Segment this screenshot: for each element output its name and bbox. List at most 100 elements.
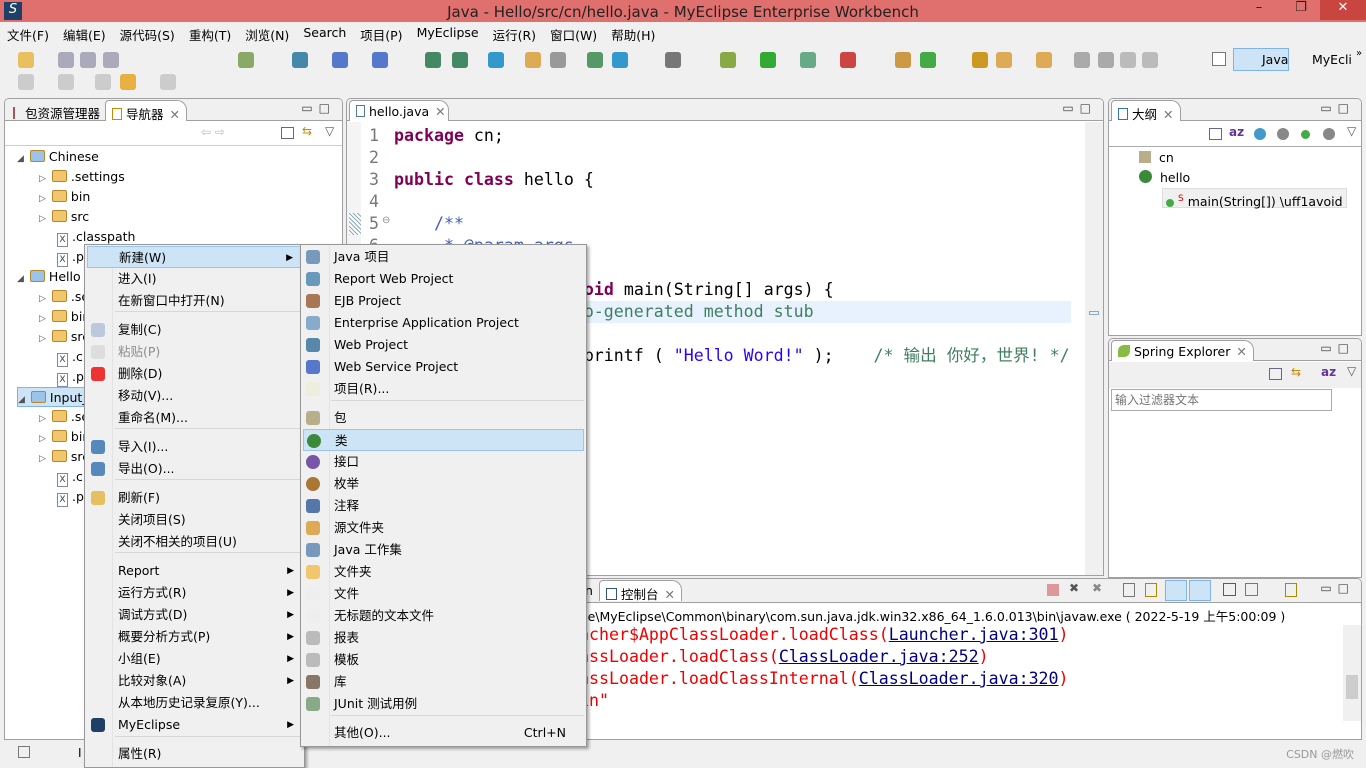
context-menu-item[interactable]: 运行方式(R) ▶ — [87, 582, 302, 604]
context-menu-item[interactable]: 概要分析方式(P) ▶ — [87, 626, 302, 648]
menu-10[interactable]: 帮助(H) — [604, 22, 662, 44]
close-tab-icon[interactable]: ✕ — [665, 587, 675, 602]
nav-toolbar-button-icon[interactable] — [95, 74, 111, 90]
toolbar-button-icon[interactable] — [612, 52, 628, 68]
toolbar-button-icon[interactable] — [238, 52, 254, 68]
toolbar-button-icon[interactable] — [332, 52, 348, 68]
close-tab-icon[interactable]: ✕ — [1163, 107, 1173, 122]
stacktrace-link[interactable]: ClassLoader.java:252 — [779, 647, 979, 666]
hide-fields-icon[interactable] — [1254, 128, 1266, 140]
new-submenu-item[interactable]: Web Project — [303, 334, 584, 356]
menu-1[interactable]: 编辑(E) — [56, 22, 113, 44]
view-min-max-buttons[interactable]: ▭□ — [301, 101, 336, 115]
new-submenu-item[interactable]: Java 工作集 — [303, 539, 584, 561]
tree-item[interactable]: ▷ src — [39, 447, 89, 467]
back-icon[interactable]: ⇦ ⇨ — [201, 125, 225, 139]
menu-5[interactable]: Search — [296, 22, 353, 44]
nav-toolbar-button-icon[interactable] — [18, 74, 34, 90]
context-menu-item[interactable]: 粘贴(P) — [87, 341, 302, 363]
expanded-arrow-icon[interactable]: ◢ — [18, 395, 25, 405]
collapsed-arrow-icon[interactable]: ▷ — [39, 434, 46, 444]
new-submenu-item[interactable]: EJB Project — [303, 290, 584, 312]
view-menu-icon[interactable]: ▽ — [1347, 124, 1356, 138]
stacktrace-link[interactable]: ClassLoader.java:320 — [859, 669, 1059, 688]
collapse-all-icon[interactable] — [1269, 368, 1282, 380]
tree-item[interactable]: ▷ bin — [39, 427, 90, 447]
sort-icon[interactable]: az — [1229, 125, 1244, 139]
menu-8[interactable]: 运行(R) — [486, 22, 543, 44]
toolbar-button-icon[interactable] — [18, 52, 34, 68]
tab-spring-explorer[interactable]: Spring Explorer ✕ — [1111, 340, 1254, 361]
collapsed-arrow-icon[interactable]: ▷ — [39, 454, 46, 464]
context-menu-item[interactable]: 调试方式(D) ▶ — [87, 604, 302, 626]
new-submenu-item[interactable]: 注释 — [303, 495, 584, 517]
new-submenu-item[interactable]: Report Web Project — [303, 268, 584, 290]
nav-toolbar-button-icon[interactable] — [120, 74, 136, 90]
toolbar-button-icon[interactable] — [1098, 52, 1114, 68]
new-submenu-item[interactable]: 类 — [303, 429, 584, 451]
outline-item[interactable]: S main(String[]) \uff1avoid — [1162, 188, 1347, 209]
toolbar-button-icon[interactable] — [372, 52, 388, 68]
view-min-max-buttons[interactable]: ▭□ — [1320, 581, 1355, 595]
tree-item[interactable]: ▷ bin — [39, 307, 90, 327]
hide-local-types-icon[interactable] — [1323, 128, 1335, 140]
toolbar-button-icon[interactable] — [800, 52, 816, 68]
new-submenu-item[interactable]: JUnit 测试用例 — [303, 693, 584, 715]
menu-9[interactable]: 窗口(W) — [543, 22, 604, 44]
tab-outline[interactable]: 大纲 ✕ — [1111, 100, 1181, 122]
nav-toolbar-button-icon[interactable] — [58, 74, 74, 90]
fold-toggle-icon[interactable]: ⊖ — [382, 215, 390, 226]
context-menu-item[interactable]: 复制(C) — [87, 319, 302, 341]
tab-package-explorer[interactable]: 包资源管理器 — [7, 100, 106, 121]
toolbar-button-icon[interactable] — [760, 52, 776, 68]
hide-nonpublic-icon[interactable] — [1301, 130, 1310, 139]
menu-7[interactable]: MyEclipse — [410, 22, 486, 44]
toolbar-button-icon[interactable] — [587, 52, 603, 68]
tab-console[interactable]: 控制台 ✕ — [599, 580, 682, 602]
menu-3[interactable]: 重构(T) — [182, 22, 238, 44]
toolbar-button-icon[interactable] — [452, 52, 468, 68]
remove-launch-icon[interactable]: ✖ — [1069, 581, 1079, 595]
context-menu-item[interactable]: 刷新(F) — [87, 487, 302, 509]
new-submenu-item[interactable]: Web Service Project — [303, 356, 584, 378]
spring-filter-input[interactable] — [1111, 389, 1332, 411]
context-menu-item[interactable]: 导入(I)... — [87, 436, 302, 458]
toolbar-button-icon[interactable] — [972, 52, 988, 68]
new-submenu-item[interactable]: 无标题的文本文件 — [303, 605, 584, 627]
outline-item[interactable]: hello — [1139, 168, 1190, 188]
context-menu-item[interactable]: 新建(W) ▶ — [87, 246, 302, 268]
toolbar-button-icon[interactable] — [920, 52, 936, 68]
open-console-icon[interactable] — [1285, 583, 1297, 597]
sort-icon[interactable]: az — [1321, 365, 1336, 379]
minimize-button[interactable]: – — [1244, 0, 1274, 20]
context-menu-item[interactable]: 关闭不相关的项目(U) — [87, 531, 302, 553]
collapse-all-icon[interactable] — [1209, 128, 1222, 140]
more-perspectives-button[interactable]: » — [1356, 48, 1362, 59]
context-menu-item[interactable]: 移动(V)... — [87, 385, 302, 407]
toolbar-button-icon[interactable] — [1036, 52, 1052, 68]
close-button[interactable]: ✕ — [1320, 0, 1366, 20]
toolbar-button-icon[interactable] — [488, 52, 504, 68]
new-submenu-item[interactable]: 枚举 — [303, 473, 584, 495]
menu-4[interactable]: 浏览(N) — [238, 22, 296, 44]
new-submenu-item[interactable]: 文件 — [303, 583, 584, 605]
show-stderr-icon[interactable] — [1189, 580, 1211, 601]
show-stdout-icon[interactable] — [1165, 580, 1187, 601]
stacktrace-link[interactable]: Launcher.java:301 — [889, 625, 1059, 644]
toolbar-button-icon[interactable] — [425, 52, 441, 68]
collapsed-arrow-icon[interactable]: ▷ — [39, 214, 46, 224]
close-tab-icon[interactable]: ✕ — [435, 104, 445, 119]
editor-scrollbar[interactable] — [1085, 122, 1103, 575]
tab-navigator[interactable]: 导航器 ✕ — [105, 100, 187, 122]
terminate-icon[interactable] — [1047, 584, 1059, 596]
toolbar-button-icon[interactable] — [292, 52, 308, 68]
perspective-java[interactable]: Java — [1233, 48, 1289, 71]
fast-view-icon[interactable] — [18, 746, 30, 758]
perspective-myeclipse[interactable]: MyEcli — [1294, 52, 1352, 67]
close-tab-icon[interactable]: ✕ — [1236, 344, 1246, 359]
menu-2[interactable]: 源代码(S) — [113, 22, 182, 44]
nav-toolbar-button-icon[interactable] — [160, 74, 176, 90]
new-submenu-item[interactable]: 报表 — [303, 627, 584, 649]
close-tab-icon[interactable]: ✕ — [170, 107, 180, 122]
view-min-max-buttons[interactable]: ▭□ — [1062, 101, 1097, 115]
